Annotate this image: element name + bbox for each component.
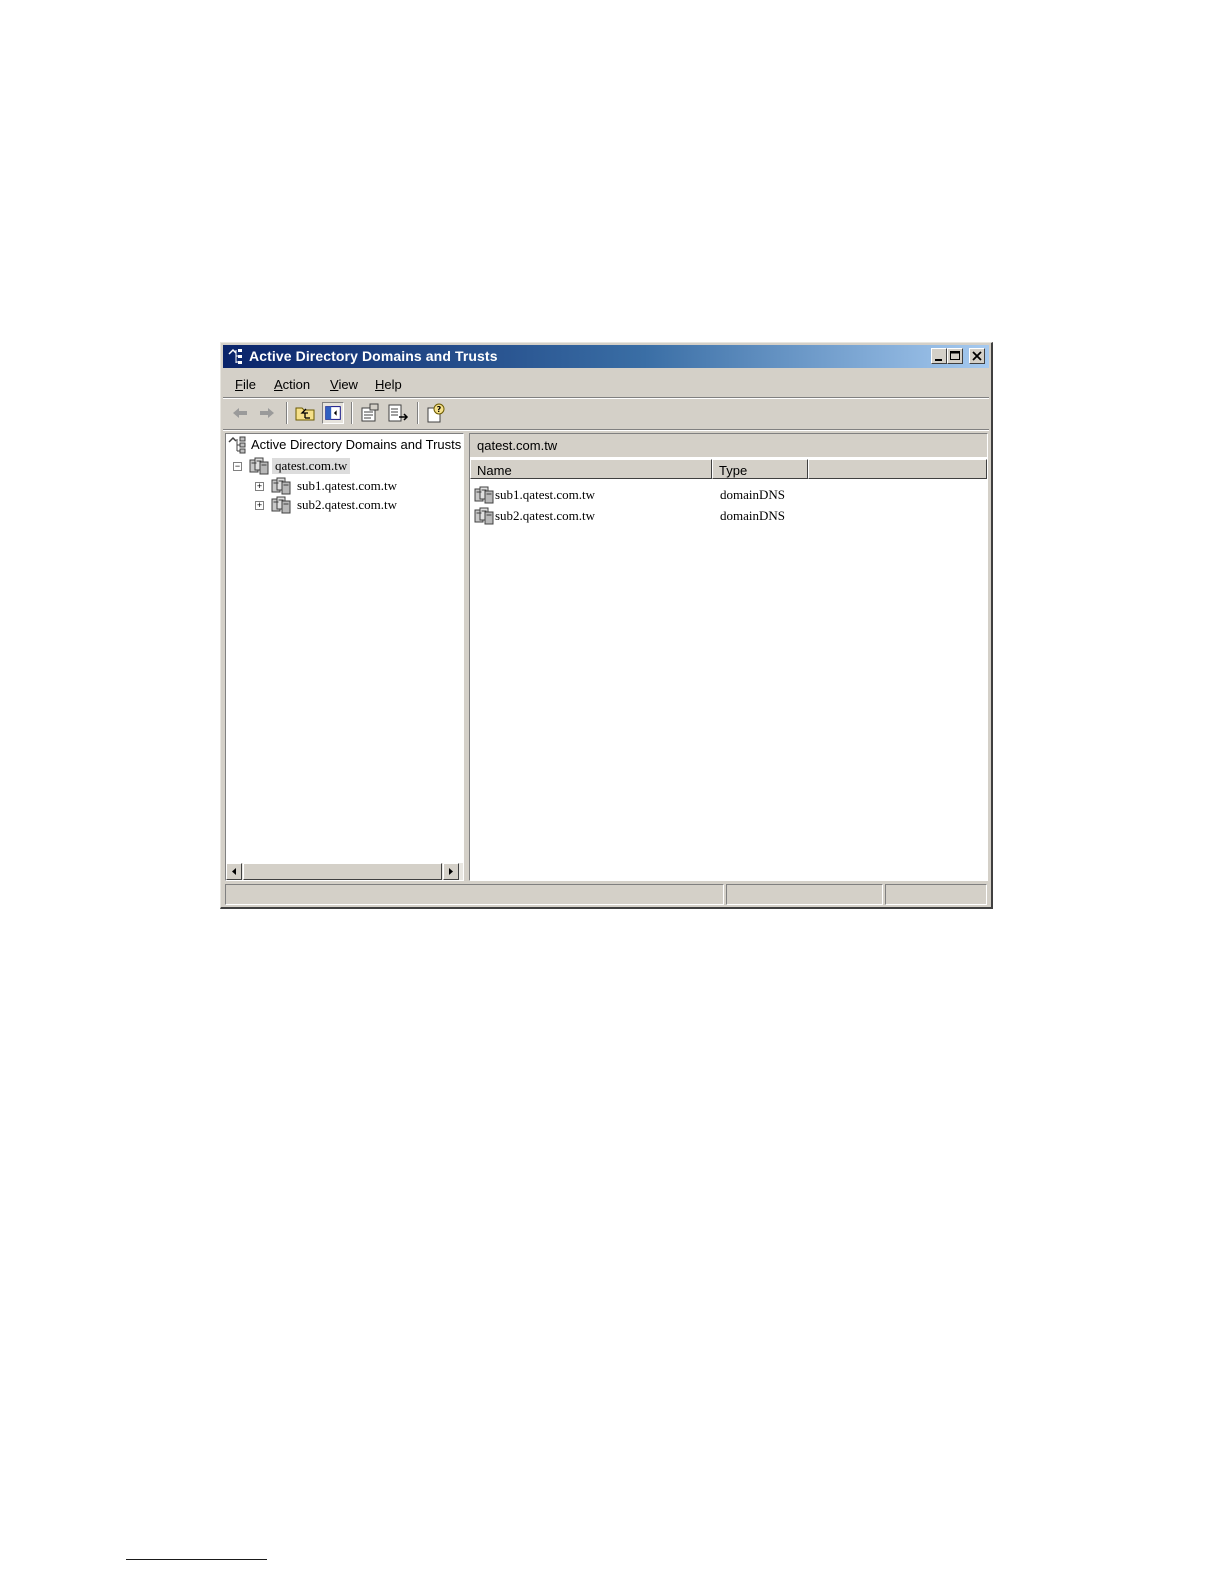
export-list-icon[interactable] [387,402,409,424]
minimize-icon [935,359,942,361]
toolbar-separator-bottom [223,429,989,431]
details-pane-title-bar: qatest.com.tw [470,434,987,457]
tree-item-label: qatest.com.tw [272,458,351,474]
maximize-icon [950,351,960,360]
tree-root[interactable]: Active Directory Domains and Trusts [226,436,463,454]
toolbar-separator [417,402,419,424]
console-tree[interactable]: Active Directory Domains and Trusts − qa… [225,433,464,881]
list-item-type: domainDNS [720,487,785,502]
column-header-name[interactable]: Name [470,459,712,479]
list-item[interactable]: sub1.qatest.com.tw domainDNS [470,485,987,505]
expand-icon[interactable]: + [255,482,264,491]
collapse-icon[interactable]: − [233,462,242,471]
list-item-name: sub1.qatest.com.tw [495,487,596,502]
scroll-left-button[interactable] [226,863,242,880]
trust-tree-icon [228,436,246,454]
toolbar-separator [286,402,288,424]
status-panel-main [225,884,724,905]
column-header-type[interactable]: Type [712,459,808,479]
list-item-name: sub2.qatest.com.tw [495,508,596,523]
menu-bar: File Action View Help [223,372,989,396]
menu-help[interactable]: Help [375,377,402,392]
domain-icon [271,476,291,496]
list-item[interactable]: sub2.qatest.com.tw domainDNS [470,506,987,526]
close-button[interactable] [969,348,985,364]
tree-item-label: sub2.qatest.com.tw [297,497,398,512]
domain-icon [474,485,494,505]
scroll-left-icon [232,868,236,875]
tree-item-sub1[interactable]: + sub1.qatest.com.tw [226,477,463,495]
maximize-button[interactable] [947,348,963,364]
title-bar[interactable]: Active Directory Domains and Trusts [223,345,989,368]
tree-item-qatest[interactable]: − qatest.com.tw [226,457,463,475]
tree-item-label: sub1.qatest.com.tw [297,478,398,493]
menu-action[interactable]: Action [274,377,310,392]
expand-icon[interactable]: + [255,501,264,510]
domain-icon [474,506,494,526]
scroll-right-icon [449,868,453,875]
tree-horizontal-scrollbar[interactable] [226,863,463,880]
tree-root-label: Active Directory Domains and Trusts [251,437,462,452]
app-window: Active Directory Domains and Trusts File… [220,342,993,909]
window-title: Active Directory Domains and Trusts [249,348,498,364]
domain-icon [249,456,269,476]
status-bar [223,884,989,906]
up-folder-icon[interactable] [294,402,316,424]
status-panel-2 [726,884,883,905]
footnote-separator [126,1559,267,1560]
trust-tree-icon [228,348,242,364]
toolbar-separator [351,402,353,424]
minimize-button[interactable] [931,348,947,364]
svg-text:?: ? [437,405,442,414]
tree-item-sub2[interactable]: + sub2.qatest.com.tw [226,496,463,514]
menu-file[interactable]: File [235,377,256,392]
details-pane-title: qatest.com.tw [477,438,558,453]
column-header-empty[interactable] [808,459,987,479]
toolbar: ? [223,399,989,427]
close-icon [972,351,982,361]
details-pane[interactable]: qatest.com.tw Name Type sub1.qatest.com.… [469,433,988,881]
list-item-type: domainDNS [720,508,785,523]
help-icon[interactable]: ? [425,402,447,424]
show-hide-tree-icon[interactable] [322,402,344,424]
forward-arrow-icon[interactable] [256,402,278,424]
menu-view[interactable]: View [330,377,358,392]
scroll-right-button[interactable] [443,863,459,880]
back-arrow-icon[interactable] [229,402,251,424]
properties-icon[interactable] [359,402,381,424]
domain-icon [271,495,291,515]
status-panel-3 [885,884,987,905]
scroll-thumb[interactable] [243,863,442,880]
